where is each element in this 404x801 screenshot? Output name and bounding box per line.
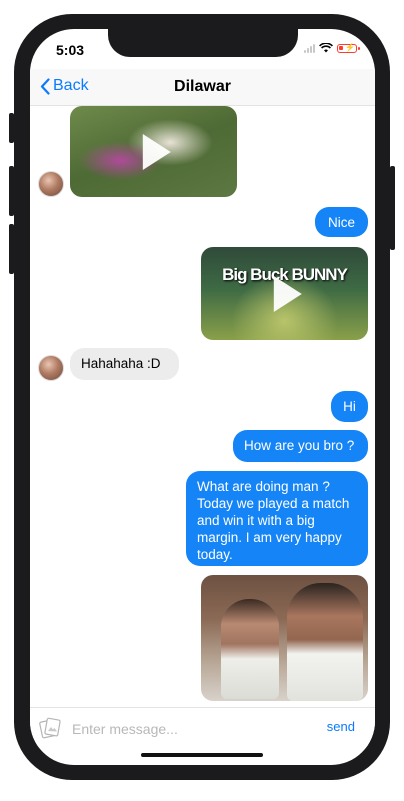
play-icon[interactable]	[273, 275, 302, 312]
contact-avatar	[38, 355, 64, 381]
outgoing-video-message[interactable]: Big Buck BUNNY	[201, 247, 368, 340]
volume-up-button	[9, 166, 14, 216]
battery-icon: ⚡	[337, 42, 360, 53]
message-text: Hi	[343, 399, 356, 414]
cellular-signal-icon	[304, 43, 315, 53]
incoming-video-message[interactable]	[70, 106, 237, 197]
silent-switch	[9, 113, 14, 143]
outgoing-message: Hi	[331, 391, 368, 422]
volume-down-button	[9, 224, 14, 274]
person-photo-right	[287, 583, 363, 701]
status-time: 5:03	[56, 42, 85, 58]
navigation-bar: Back Dilawar	[30, 69, 375, 106]
incoming-message: Hahahaha :D	[70, 348, 179, 380]
person-photo-left	[221, 599, 279, 699]
outgoing-message: Nice	[315, 207, 368, 237]
message-composer: send	[30, 707, 375, 748]
power-button	[390, 166, 395, 250]
status-icons: ⚡	[304, 42, 360, 53]
play-icon[interactable]	[142, 133, 171, 170]
screen: 5:03 ⚡ Back Dilawar Nice Big Buck BUNNY …	[30, 29, 375, 765]
home-indicator[interactable]	[141, 753, 263, 757]
notch	[108, 29, 298, 57]
send-button[interactable]: send	[327, 719, 355, 734]
photo-gallery-icon[interactable]	[38, 716, 62, 740]
message-text: Nice	[327, 215, 355, 230]
outgoing-message: What are doing man ? Today we played a m…	[186, 471, 368, 566]
message-text: What are doing man ? Today we played a m…	[197, 479, 350, 562]
wifi-icon	[319, 43, 333, 53]
contact-avatar	[38, 171, 64, 197]
chat-title: Dilawar	[174, 78, 231, 95]
message-text: Hahahaha :D	[81, 356, 161, 371]
outgoing-message: How are you bro ?	[233, 430, 368, 462]
outgoing-photo-message[interactable]	[201, 575, 368, 701]
message-text: How are you bro ?	[244, 438, 355, 453]
charging-bolt-icon: ⚡	[345, 42, 355, 52]
message-input[interactable]	[70, 717, 314, 741]
